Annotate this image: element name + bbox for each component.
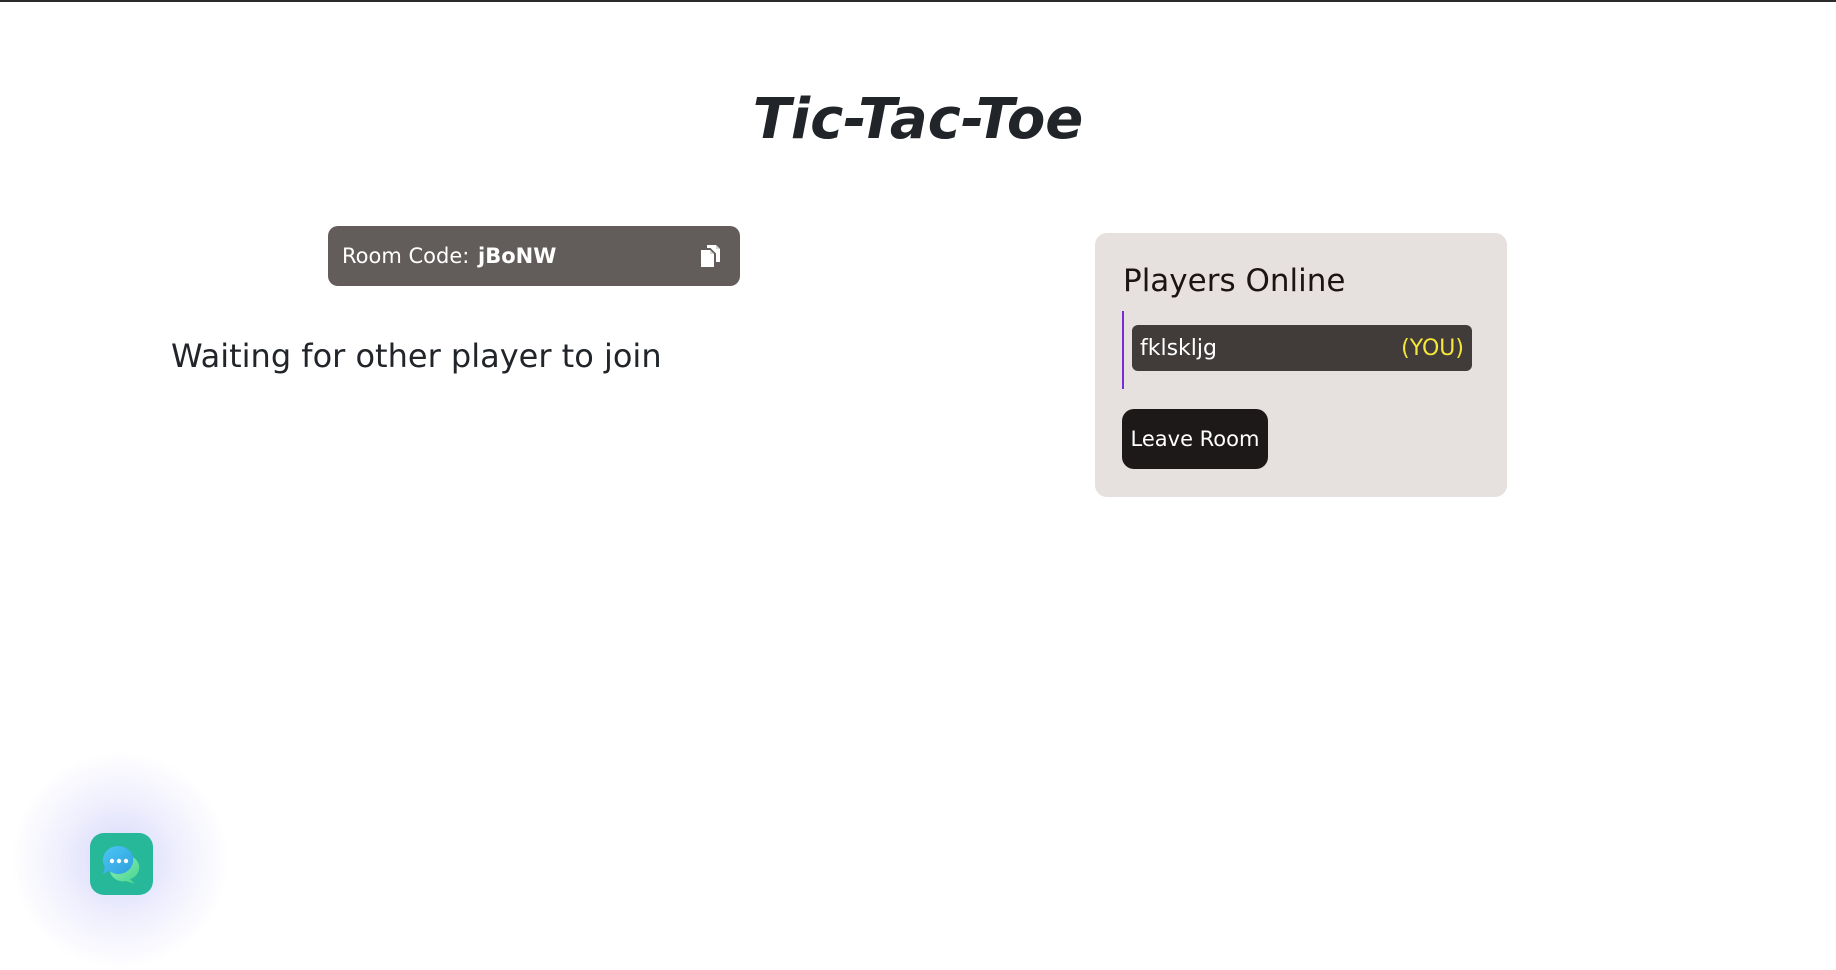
players-list: fklskljg (YOU): [1122, 311, 1474, 389]
players-online-panel: Players Online fklskljg (YOU) Leave Room: [1095, 233, 1507, 497]
player-item: fklskljg (YOU): [1132, 325, 1472, 371]
chat-button[interactable]: [90, 833, 153, 895]
room-code-value: jBoNW: [478, 244, 557, 268]
page-title: Tic-Tac-Toe: [752, 87, 1084, 152]
top-border: [0, 0, 1836, 2]
player-name: fklskljg: [1140, 335, 1217, 361]
leave-room-button[interactable]: Leave Room: [1122, 409, 1268, 469]
room-code-label: Room Code:: [342, 244, 476, 268]
room-code-box: Room Code: jBoNW: [328, 226, 740, 286]
copy-icon[interactable]: [698, 243, 724, 269]
player-you-tag: (YOU): [1401, 335, 1464, 361]
chat-bubbles-icon: [102, 845, 140, 884]
players-online-title: Players Online: [1123, 263, 1346, 299]
waiting-message: Waiting for other player to join: [171, 337, 662, 375]
